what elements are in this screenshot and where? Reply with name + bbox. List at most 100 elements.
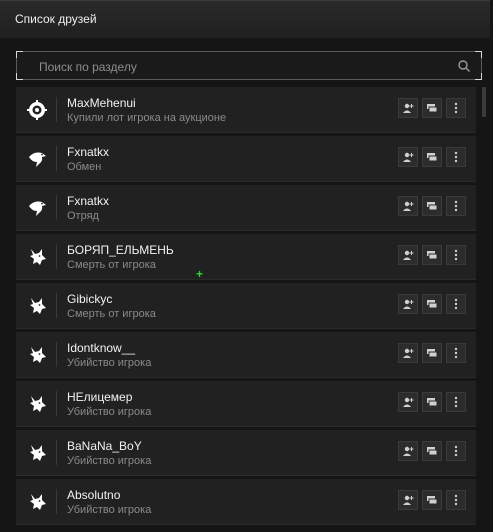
message-button[interactable] <box>422 343 442 363</box>
message-icon <box>426 445 438 457</box>
scrollbar-thumb[interactable] <box>482 87 486 117</box>
add-friend-button[interactable] <box>398 343 418 363</box>
more-options-button[interactable] <box>446 490 466 510</box>
more-icon <box>450 151 462 163</box>
more-options-button[interactable] <box>446 343 466 363</box>
message-icon <box>426 347 438 359</box>
friend-row[interactable]: Idontknow__ Убийство игрока <box>16 332 476 378</box>
more-options-button[interactable] <box>446 392 466 412</box>
message-button[interactable] <box>422 98 442 118</box>
corner-decoration <box>16 51 23 58</box>
message-button[interactable] <box>422 147 442 167</box>
wolf-emblem-icon <box>22 340 52 370</box>
message-button[interactable] <box>422 294 442 314</box>
message-icon <box>426 102 438 114</box>
add-friend-button[interactable] <box>398 245 418 265</box>
friend-row[interactable]: Fxnatkx Обмен <box>16 136 476 182</box>
more-icon <box>450 396 462 408</box>
gear-emblem-icon <box>22 95 52 125</box>
more-icon <box>450 249 462 261</box>
add-friend-icon <box>402 249 414 261</box>
search-icon[interactable] <box>457 59 471 73</box>
friend-row[interactable]: Gibickyc Смерть от игрока <box>16 283 476 329</box>
friend-row[interactable]: НЕлицемер Убийство игрока <box>16 381 476 427</box>
friend-name: НЕлицемер <box>67 390 133 404</box>
message-icon <box>426 200 438 212</box>
title-bar: Список друзей <box>0 0 490 38</box>
friend-row[interactable]: БОРЯП_ЕЛЬМЕНЬ Смерть от игрока <box>16 234 476 280</box>
message-button[interactable] <box>422 392 442 412</box>
divider <box>56 391 57 416</box>
wolf-emblem-icon <box>22 242 52 272</box>
friend-status: Смерть от игрока <box>67 259 156 271</box>
friend-name: Fxnatkx <box>67 145 110 159</box>
add-friend-button[interactable] <box>398 392 418 412</box>
add-friend-button[interactable] <box>398 147 418 167</box>
more-icon <box>450 200 462 212</box>
message-icon <box>426 151 438 163</box>
add-friend-icon <box>402 445 414 457</box>
row-actions <box>398 490 466 510</box>
corner-decoration <box>475 73 482 80</box>
friend-row[interactable]: MaxMehenui Купили лот игрока на аукционе <box>16 87 476 133</box>
more-options-button[interactable] <box>446 294 466 314</box>
row-actions <box>398 294 466 314</box>
corner-decoration <box>16 73 23 80</box>
search-input[interactable] <box>37 57 451 77</box>
more-icon <box>450 102 462 114</box>
crosshair-cursor-icon: + <box>196 267 204 281</box>
add-friend-button[interactable] <box>398 441 418 461</box>
wolf-emblem-icon <box>22 389 52 419</box>
add-friend-button[interactable] <box>398 98 418 118</box>
add-friend-button[interactable] <box>398 196 418 216</box>
search-box[interactable] <box>16 51 482 80</box>
divider <box>56 146 57 171</box>
more-icon <box>450 347 462 359</box>
row-actions <box>398 98 466 118</box>
divider <box>56 97 57 122</box>
friend-status: Убийство игрока <box>67 357 152 369</box>
row-actions <box>398 441 466 461</box>
more-options-button[interactable] <box>446 98 466 118</box>
friend-name: Gibickyc <box>67 292 113 306</box>
message-button[interactable] <box>422 490 442 510</box>
divider <box>56 195 57 220</box>
friend-name: Idontknow__ <box>67 341 136 355</box>
more-options-button[interactable] <box>446 441 466 461</box>
panel-title: Список друзей <box>15 12 97 26</box>
add-friend-button[interactable] <box>398 294 418 314</box>
more-icon <box>450 298 462 310</box>
add-friend-icon <box>402 396 414 408</box>
friend-status: Убийство игрока <box>67 406 152 418</box>
friend-list: MaxMehenui Купили лот игрока на аукционе F… <box>16 87 476 528</box>
more-options-button[interactable] <box>446 245 466 265</box>
friend-name: БОРЯП_ЕЛЬМЕНЬ <box>67 243 174 257</box>
eagle-emblem-icon <box>22 193 52 223</box>
more-options-button[interactable] <box>446 147 466 167</box>
message-icon <box>426 396 438 408</box>
divider <box>56 342 57 367</box>
message-icon <box>426 494 438 506</box>
friend-name: BaNaNa_BoY <box>67 439 142 453</box>
friend-status: Смерть от игрока <box>67 308 156 320</box>
more-options-button[interactable] <box>446 196 466 216</box>
divider <box>56 244 57 269</box>
row-actions <box>398 392 466 412</box>
friend-status: Убийство игрока <box>67 455 152 467</box>
row-actions <box>398 343 466 363</box>
friend-status: Купили лот игрока на аукционе <box>67 112 227 124</box>
friend-status: Обмен <box>67 161 102 173</box>
wolf-emblem-icon <box>22 438 52 468</box>
wolf-emblem-icon <box>22 487 52 517</box>
message-button[interactable] <box>422 441 442 461</box>
add-friend-icon <box>402 494 414 506</box>
more-icon <box>450 445 462 457</box>
add-friend-button[interactable] <box>398 490 418 510</box>
row-actions <box>398 147 466 167</box>
friend-row[interactable]: Fxnatkx Отряд <box>16 185 476 231</box>
message-button[interactable] <box>422 245 442 265</box>
friend-row[interactable]: BaNaNa_BoY Убийство игрока <box>16 430 476 476</box>
friend-row[interactable]: Absolutno Убийство игрока <box>16 479 476 525</box>
row-actions <box>398 196 466 216</box>
message-button[interactable] <box>422 196 442 216</box>
